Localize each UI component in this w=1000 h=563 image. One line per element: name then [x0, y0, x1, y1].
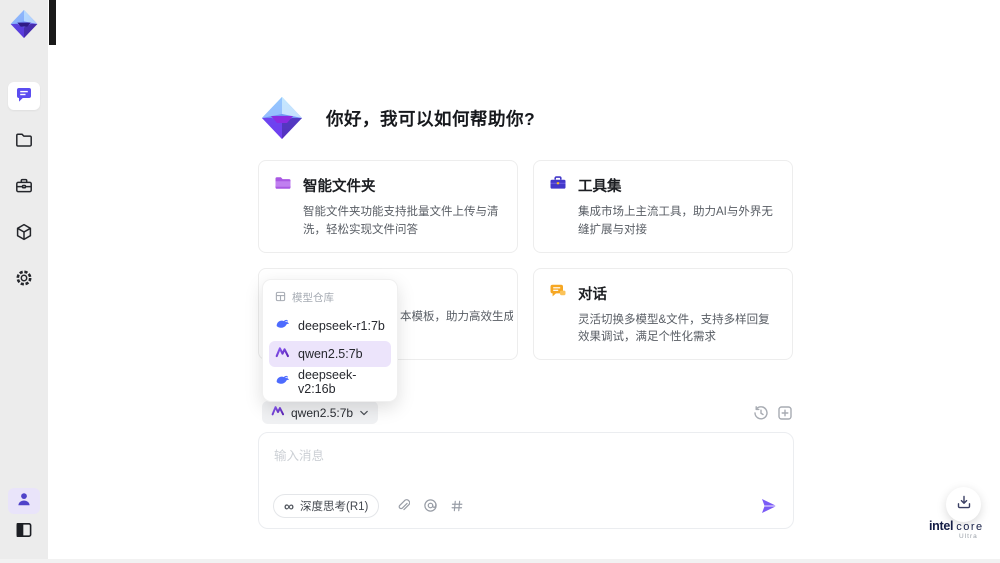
qwen-icon	[275, 345, 290, 363]
user-icon	[15, 490, 33, 513]
message-input[interactable]	[274, 445, 774, 487]
model-dropdown: 模型仓库 deepseek-r1:7b qwen2.5:7b deepseek-…	[262, 279, 398, 402]
chat-icon	[14, 84, 34, 109]
intel-core-badge: intel core Ultra	[929, 519, 993, 540]
card-description: 智能文件夹功能支持批量文件上传与清洗，轻松实现文件问答	[303, 206, 499, 236]
model-selector-button[interactable]: qwen2.5:7b	[262, 401, 379, 424]
layout-icon	[14, 520, 34, 545]
card-title: 智能文件夹	[303, 179, 376, 195]
paperclip-icon[interactable]	[395, 498, 411, 514]
intel-brand-label: intel	[929, 519, 954, 533]
bottom-border	[0, 559, 1000, 563]
folder-icon	[14, 130, 34, 155]
sidebar-item-user[interactable]	[8, 488, 40, 514]
deepseek-icon	[275, 373, 290, 391]
sidebar-item-toolbox[interactable]	[8, 174, 40, 202]
window-edge-decoration	[49, 0, 56, 45]
card-toolset[interactable]: 工具集 集成市场上主流工具，助力AI与外界无缝扩展与对接	[533, 160, 793, 253]
at-icon[interactable]	[422, 498, 438, 514]
gear-icon	[14, 268, 34, 293]
card-description-fragment: 本模板，助力高效生成多	[400, 310, 513, 323]
chat-orange-icon	[549, 282, 567, 305]
model-option-deepseek-v2[interactable]: deepseek-v2:16b	[269, 368, 391, 396]
repo-icon	[275, 291, 286, 305]
model-option-label: qwen2.5:7b	[298, 347, 363, 361]
deepseek-icon	[275, 317, 290, 335]
page-title: 你好，我可以如何帮助你?	[326, 108, 536, 129]
send-button[interactable]	[758, 495, 780, 517]
model-selector-label: qwen2.5:7b	[291, 405, 354, 420]
deep-think-icon: ∞	[284, 497, 294, 514]
deep-think-label: 深度思考(R1)	[299, 500, 369, 513]
card-smart-folder[interactable]: 智能文件夹 智能文件夹功能支持批量文件上传与清洗，轻松实现文件问答	[258, 160, 518, 253]
hash-icon[interactable]	[449, 498, 465, 514]
sidebar-item-apps[interactable]	[8, 220, 40, 248]
new-chat-icon[interactable]	[776, 404, 793, 421]
briefcase-indigo-icon	[549, 174, 567, 197]
model-dropdown-header: 模型仓库	[269, 286, 391, 311]
toolbox-icon	[14, 176, 34, 201]
sidebar-item-folders[interactable]	[8, 128, 40, 156]
composer-toolbar: ∞ 深度思考(R1)	[273, 493, 780, 518]
download-button[interactable]	[946, 487, 981, 522]
model-option-label: deepseek-r1:7b	[298, 319, 385, 333]
cube-icon	[14, 222, 34, 247]
model-option-deepseek-r1[interactable]: deepseek-r1:7b	[269, 313, 391, 339]
deep-think-toggle[interactable]: ∞ 深度思考(R1)	[273, 493, 380, 518]
card-description: 集成市场上主流工具，助力AI与外界无缝扩展与对接	[578, 206, 773, 236]
assistant-logo-icon	[258, 94, 306, 142]
qwen-icon	[271, 404, 285, 421]
card-title: 对话	[578, 286, 607, 303]
folder-purple-icon	[274, 174, 292, 197]
app-window: 你好，我可以如何帮助你? 智能文件夹 智能文件夹功能支持批量文件上传与清洗，轻松…	[0, 0, 1000, 563]
sidebar-item-chat[interactable]	[8, 82, 40, 110]
intel-tier-label: Ultra	[959, 533, 978, 540]
message-composer: ∞ 深度思考(R1)	[258, 432, 794, 529]
sidebar	[0, 0, 48, 563]
card-description: 灵活切换多模型&文件，支持多样回复效果调试，满足个性化需求	[578, 313, 770, 344]
sidebar-item-panel[interactable]	[8, 518, 40, 546]
app-logo-icon	[8, 8, 40, 40]
card-title: 工具集	[578, 179, 622, 195]
model-dropdown-header-label: 模型仓库	[292, 292, 334, 304]
model-option-qwen[interactable]: qwen2.5:7b	[269, 341, 391, 367]
download-icon	[956, 494, 972, 515]
history-icon[interactable]	[752, 404, 769, 421]
intel-product-label: core	[956, 521, 984, 533]
model-option-label: deepseek-v2:16b	[298, 368, 357, 396]
sidebar-item-settings[interactable]	[8, 266, 40, 294]
greeting-row: 你好，我可以如何帮助你?	[258, 92, 535, 144]
conversation-actions	[752, 404, 793, 421]
card-chat[interactable]: 对话 灵活切换多模型&文件，支持多样回复效果调试，满足个性化需求	[533, 267, 793, 361]
composer-tools	[395, 498, 465, 514]
chevron-down-icon	[359, 406, 369, 420]
